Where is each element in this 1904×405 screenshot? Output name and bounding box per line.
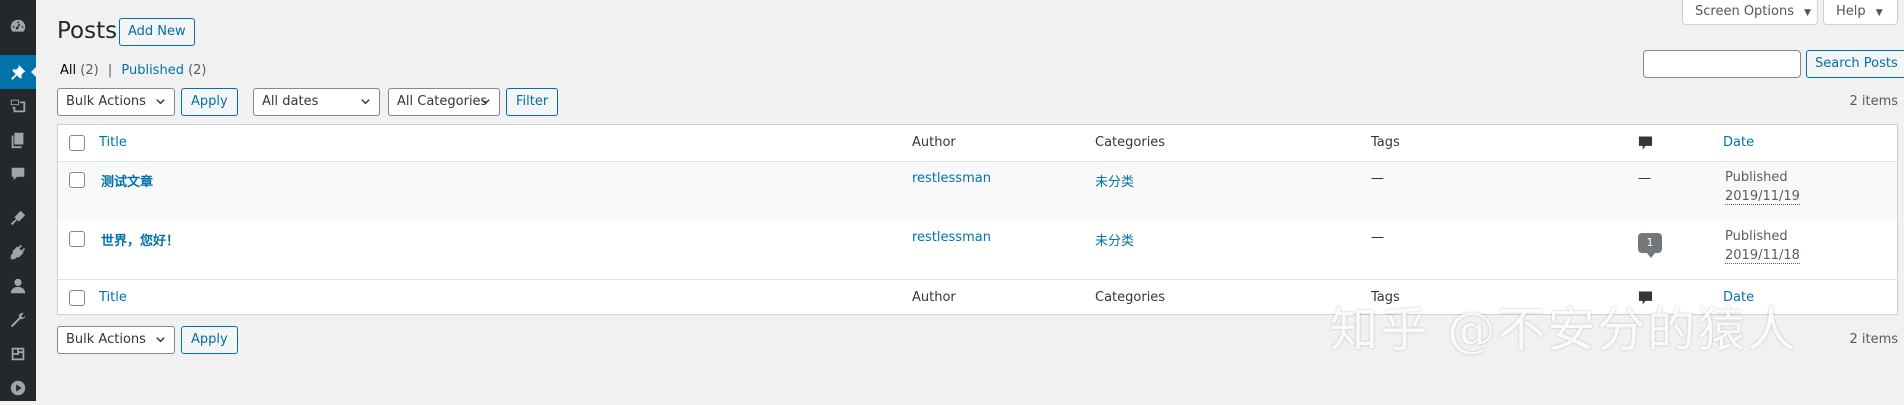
tools-icon xyxy=(10,312,26,328)
search-posts-button[interactable]: Search Posts xyxy=(1806,50,1904,78)
post-title-link[interactable]: 测试文章 xyxy=(101,171,153,190)
post-category-link[interactable]: 未分类 xyxy=(1095,171,1134,190)
row-checkbox[interactable] xyxy=(69,231,85,247)
users-icon xyxy=(10,278,26,294)
column-author-footer: Author xyxy=(912,290,956,305)
chevron-down-icon xyxy=(156,99,165,105)
table-footer-row: Title Author Categories Tags Date xyxy=(58,280,1897,314)
row-checkbox[interactable] xyxy=(69,172,85,188)
media-menu-item[interactable] xyxy=(0,89,36,123)
comments-column-icon[interactable] xyxy=(1638,135,1653,151)
bulk-actions-select-bottom[interactable]: Bulk Actions xyxy=(57,326,175,354)
play-icon xyxy=(10,380,26,396)
pages-menu-item[interactable] xyxy=(0,123,36,157)
category-filter-select[interactable]: All Categories xyxy=(388,88,500,116)
add-new-button[interactable]: Add New xyxy=(119,18,195,46)
post-date: 2019/11/18 xyxy=(1725,248,1800,264)
filter-published-count: (2) xyxy=(188,63,207,78)
media-player-menu-item[interactable] xyxy=(0,371,36,405)
comment-count: 1 xyxy=(1638,233,1662,253)
apply-button-bottom[interactable]: Apply xyxy=(181,326,238,354)
dashboard-icon xyxy=(10,19,26,32)
chevron-down-icon xyxy=(156,337,165,343)
select-all-checkbox-footer[interactable] xyxy=(69,290,85,306)
settings-menu-item[interactable] xyxy=(0,337,36,371)
table-row: 测试文章 restlessman 未分类 — — Published 2019/… xyxy=(58,162,1897,220)
chevron-down-icon xyxy=(481,99,490,105)
plugins-icon xyxy=(10,244,26,260)
bulk-actions-value: Bulk Actions xyxy=(66,332,146,347)
caret-down-icon: ▼ xyxy=(1804,8,1812,18)
filter-published-label: Published xyxy=(121,63,184,78)
post-comments: — xyxy=(1638,171,1651,186)
post-tags: — xyxy=(1371,230,1384,245)
media-icon xyxy=(10,99,26,113)
admin-sidebar xyxy=(0,0,37,401)
select-all-checkbox[interactable] xyxy=(69,135,85,151)
plugins-menu-item[interactable] xyxy=(0,235,36,269)
posts-menu-item[interactable] xyxy=(0,55,37,89)
help-label: Help xyxy=(1836,4,1866,19)
post-category-link[interactable]: 未分类 xyxy=(1095,230,1134,249)
tools-menu-item[interactable] xyxy=(0,303,36,337)
post-status: Published xyxy=(1725,170,1788,185)
filter-all-link[interactable]: All (2) xyxy=(60,63,99,78)
filter-all-count: (2) xyxy=(80,63,99,78)
table-row: 世界，您好！ restlessman 未分类 — 1 Published 201… xyxy=(58,221,1897,280)
search-input[interactable] xyxy=(1643,50,1801,78)
items-count-top: 2 items xyxy=(1849,94,1898,109)
posts-table: Title Author Categories Tags Date 测试文章 r… xyxy=(57,124,1898,315)
table-header-row: Title Author Categories Tags Date xyxy=(58,125,1897,162)
appearance-icon xyxy=(10,210,26,226)
column-date-sort[interactable]: Date xyxy=(1723,135,1754,150)
status-filter-links: All (2) | Published (2) xyxy=(60,63,207,78)
column-categories: Categories xyxy=(1095,135,1166,150)
post-tags: — xyxy=(1371,171,1384,186)
date-filter-value: All dates xyxy=(262,94,319,109)
column-tags: Tags xyxy=(1371,135,1400,150)
comments-menu-item[interactable] xyxy=(0,157,36,191)
dashboard-menu-item[interactable] xyxy=(0,9,36,43)
filter-button[interactable]: Filter xyxy=(506,88,559,116)
date-filter-select[interactable]: All dates xyxy=(253,88,380,116)
column-date-sort-footer[interactable]: Date xyxy=(1723,290,1754,305)
settings-icon xyxy=(11,347,25,361)
appearance-menu-item[interactable] xyxy=(0,201,36,235)
filter-published-link[interactable]: Published (2) xyxy=(121,63,206,78)
page-title: Posts xyxy=(57,18,118,44)
apply-button-top[interactable]: Apply xyxy=(181,88,238,116)
screen-options-label: Screen Options xyxy=(1695,4,1794,19)
comments-column-icon[interactable] xyxy=(1638,290,1653,306)
comments-icon xyxy=(11,167,25,181)
post-author-link[interactable]: restlessman xyxy=(912,171,991,186)
items-count-bottom: 2 items xyxy=(1849,332,1898,347)
pin-icon xyxy=(11,64,26,80)
column-title-sort[interactable]: Title xyxy=(99,135,127,150)
caret-down-icon: ▼ xyxy=(1875,8,1883,18)
column-title-sort-footer[interactable]: Title xyxy=(99,290,127,305)
pages-icon xyxy=(11,132,24,149)
column-categories-footer: Categories xyxy=(1095,290,1166,305)
post-title-link[interactable]: 世界，您好！ xyxy=(101,230,179,249)
bubble-tail-icon xyxy=(1647,253,1655,258)
filter-separator: | xyxy=(107,63,113,78)
post-author-link[interactable]: restlessman xyxy=(912,230,991,245)
filter-all-label: All xyxy=(60,63,77,78)
users-menu-item[interactable] xyxy=(0,269,36,303)
current-menu-arrow xyxy=(31,66,37,78)
bulk-actions-select-top[interactable]: Bulk Actions xyxy=(57,88,175,116)
chevron-down-icon xyxy=(361,99,370,105)
comment-count-bubble[interactable]: 1 xyxy=(1638,233,1662,258)
post-date: 2019/11/19 xyxy=(1725,189,1800,205)
post-status: Published xyxy=(1725,229,1788,244)
bulk-actions-value: Bulk Actions xyxy=(66,94,146,109)
column-author: Author xyxy=(912,135,956,150)
column-tags-footer: Tags xyxy=(1371,290,1400,305)
help-button[interactable]: Help ▼ xyxy=(1823,0,1898,25)
category-filter-value: All Categories xyxy=(397,94,488,109)
screen-options-button[interactable]: Screen Options ▼ xyxy=(1682,0,1818,25)
